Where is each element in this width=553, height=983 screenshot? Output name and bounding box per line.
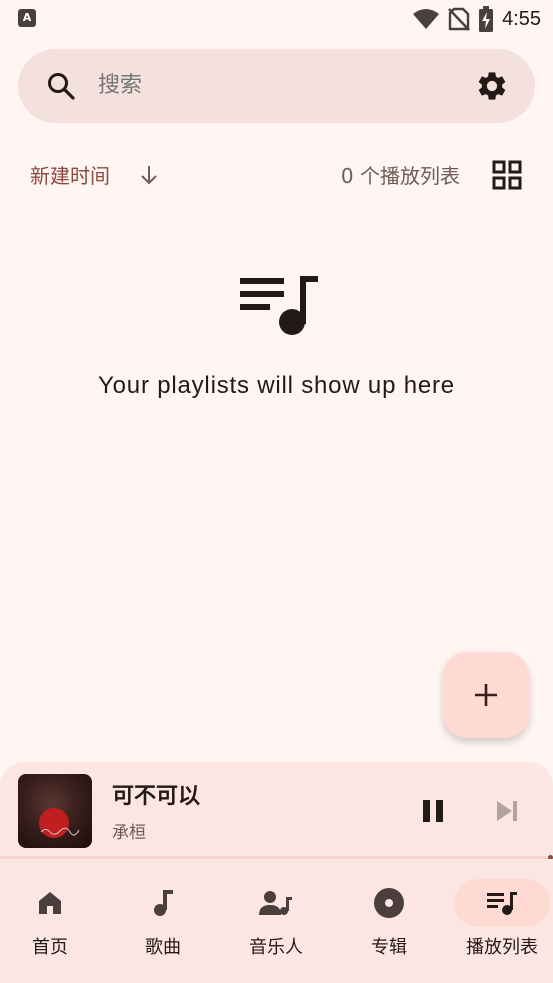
sort-bar: 新建时间 0 个播放列表: [0, 150, 553, 200]
home-icon: [39, 892, 61, 914]
active-indicator: [454, 879, 550, 927]
track-artist: 承桓: [112, 823, 146, 843]
gear-icon[interactable]: [475, 69, 509, 103]
nav-item-artists[interactable]: 音乐人: [221, 859, 331, 983]
now-playing-bar[interactable]: 可不可以 承桓: [0, 762, 553, 858]
nav-label-songs: 歌曲: [145, 937, 181, 958]
nav-item-songs[interactable]: 歌曲: [108, 859, 218, 983]
search-input[interactable]: [98, 49, 448, 123]
arrow-down-icon[interactable]: [136, 162, 162, 188]
empty-state-message: Your playlists will show up here: [98, 372, 455, 399]
plus-icon: [475, 684, 497, 706]
nav-label-artists: 音乐人: [249, 937, 303, 958]
status-icons: 4:55: [412, 6, 541, 32]
playlist-icon: [487, 892, 517, 915]
nav-item-home[interactable]: 首页: [0, 859, 105, 983]
album-icon: [374, 888, 404, 918]
add-playlist-button[interactable]: [443, 652, 529, 738]
grid-view-icon[interactable]: [491, 159, 523, 191]
album-art-signature: [40, 827, 80, 836]
music-note-icon: [154, 890, 173, 916]
battery-charging-icon: [479, 6, 494, 32]
clock: 4:55: [502, 7, 541, 30]
status-bar: A 4:55: [0, 0, 553, 38]
no-sim-icon: [448, 7, 470, 31]
nav-label-albums: 专辑: [371, 937, 407, 958]
search-icon: [48, 73, 75, 100]
nav-label-playlists: 播放列表: [466, 937, 538, 958]
sort-order-button[interactable]: 新建时间: [30, 160, 110, 189]
nav-label-home: 首页: [32, 937, 68, 958]
nav-item-playlists[interactable]: 播放列表: [447, 859, 553, 983]
album-art[interactable]: [18, 774, 92, 848]
pause-icon[interactable]: [418, 796, 448, 826]
playlist-count: 0 个播放列表: [340, 164, 460, 188]
skip-next-icon[interactable]: [492, 796, 522, 826]
nav-item-albums[interactable]: 专辑: [334, 859, 444, 983]
a-notification-icon: A: [18, 9, 36, 27]
wifi-icon: [413, 9, 440, 29]
search-bar[interactable]: [18, 49, 535, 123]
playlist-music-icon: [240, 276, 318, 335]
track-title: 可不可以: [112, 784, 201, 809]
artist-icon: [259, 891, 292, 915]
bottom-navigation: 首页 歌曲 音乐人 专辑 播放列表: [0, 859, 553, 983]
